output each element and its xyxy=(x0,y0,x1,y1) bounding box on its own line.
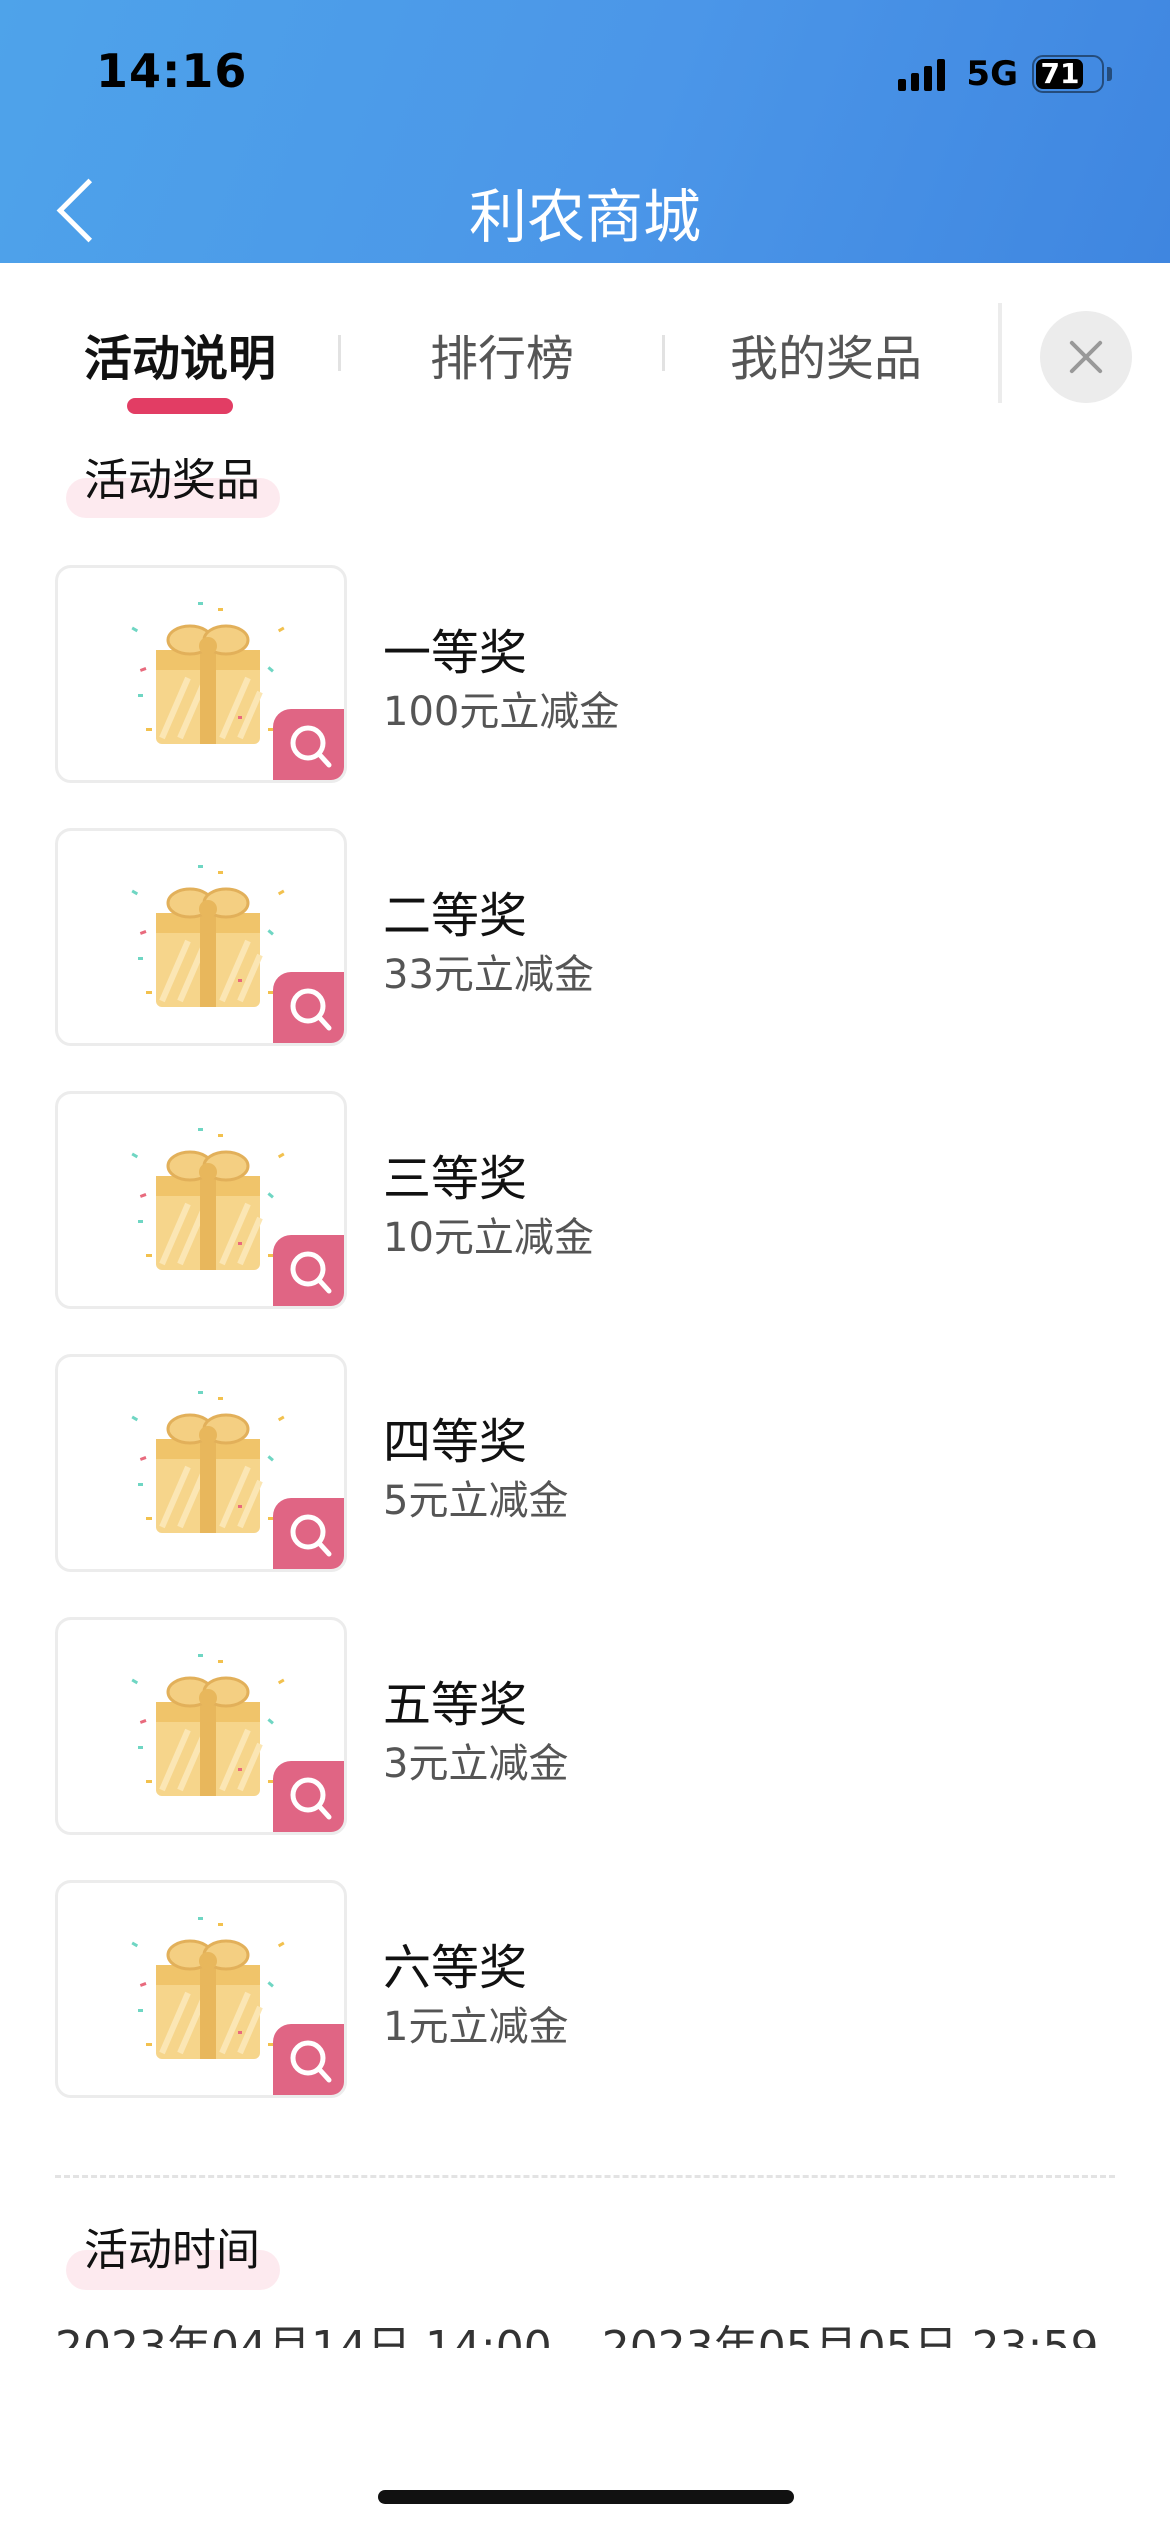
prize-item[interactable]: 一等奖 100元立减金 xyxy=(55,565,1055,783)
tab-divider xyxy=(338,335,341,371)
tab-leaderboard[interactable]: 排行榜 xyxy=(430,319,574,389)
prize-image-card[interactable] xyxy=(55,1354,347,1572)
gift-box-icon xyxy=(118,1640,298,1820)
gift-box-icon xyxy=(118,851,298,1031)
activity-time-text: 2023年04月14日 14:00 – 2023年05月05日 23:59 xyxy=(55,2322,1099,2348)
prize-description: 10元立减金 xyxy=(383,1215,594,1261)
prize-name: 一等奖 xyxy=(383,625,528,681)
tab-divider xyxy=(662,335,665,371)
section-title-prizes: 活动奖品 xyxy=(84,455,260,506)
section-divider xyxy=(55,2175,1115,2178)
prize-name: 六等奖 xyxy=(383,1940,528,1996)
prize-item[interactable]: 六等奖 1元立减金 xyxy=(55,1880,1055,2098)
prize-description: 5元立减金 xyxy=(383,1478,569,1524)
magnifier-icon[interactable] xyxy=(273,1761,344,1832)
battery-icon: 71 xyxy=(1032,55,1104,93)
prize-item[interactable]: 三等奖 10元立减金 xyxy=(55,1091,1055,1309)
status-indicators: 5G 71 xyxy=(898,52,1112,96)
tab-activity-description[interactable]: 活动说明 xyxy=(84,319,276,389)
gift-box-icon xyxy=(118,1903,298,2083)
prize-image-card[interactable] xyxy=(55,828,347,1046)
status-time: 14:16 xyxy=(96,44,248,98)
prize-description: 3元立减金 xyxy=(383,1741,569,1787)
gift-box-icon xyxy=(118,1377,298,1557)
prize-description: 100元立减金 xyxy=(383,689,620,735)
battery-level: 71 xyxy=(1040,57,1080,90)
tab-bar: 活动说明 排行榜 我的奖品 xyxy=(0,263,1170,443)
prize-name: 三等奖 xyxy=(383,1151,528,1207)
home-indicator xyxy=(378,2490,794,2504)
gift-box-icon xyxy=(118,588,298,768)
app-header: 14:16 5G 71 利农商城 xyxy=(0,0,1170,263)
prize-item[interactable]: 二等奖 33元立减金 xyxy=(55,828,1055,1046)
section-title-time: 活动时间 xyxy=(84,2225,260,2276)
magnifier-icon[interactable] xyxy=(273,972,344,1043)
prize-image-card[interactable] xyxy=(55,1880,347,2098)
prize-item[interactable]: 五等奖 3元立减金 xyxy=(55,1617,1055,1835)
prize-description: 33元立减金 xyxy=(383,952,594,998)
signal-icon xyxy=(898,57,950,91)
close-icon[interactable] xyxy=(1040,311,1132,403)
gift-box-icon xyxy=(118,1114,298,1294)
prize-item[interactable]: 四等奖 5元立减金 xyxy=(55,1354,1055,1572)
tab-my-prizes[interactable]: 我的奖品 xyxy=(730,319,922,389)
prize-image-card[interactable] xyxy=(55,1617,347,1835)
active-tab-indicator xyxy=(127,398,233,414)
prize-name: 五等奖 xyxy=(383,1677,528,1733)
prize-image-card[interactable] xyxy=(55,565,347,783)
page-title: 利农商城 xyxy=(468,183,701,251)
magnifier-icon[interactable] xyxy=(273,709,344,780)
prize-name: 二等奖 xyxy=(383,888,528,944)
magnifier-icon[interactable] xyxy=(273,1498,344,1569)
magnifier-icon[interactable] xyxy=(273,1235,344,1306)
magnifier-icon[interactable] xyxy=(273,2024,344,2095)
prize-image-card[interactable] xyxy=(55,1091,347,1309)
tab-edge-shadow xyxy=(998,303,1002,403)
prize-name: 四等奖 xyxy=(383,1414,528,1470)
prize-description: 1元立减金 xyxy=(383,2004,569,2050)
network-label: 5G xyxy=(966,54,1018,94)
